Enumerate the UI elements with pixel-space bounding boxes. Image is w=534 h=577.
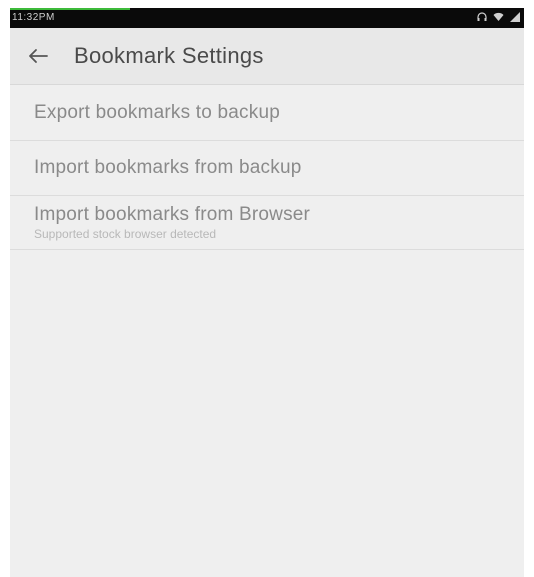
settings-list: Export bookmarks to backup Import bookma… <box>10 85 524 250</box>
wifi-icon <box>493 12 504 26</box>
setting-summary: Supported stock browser detected <box>34 227 217 241</box>
setting-title: Import bookmarks from Browser <box>34 204 311 225</box>
page-title: Bookmark Settings <box>74 43 264 68</box>
import-bookmarks-backup-item[interactable]: Import bookmarks from backup <box>10 141 524 196</box>
export-bookmarks-item[interactable]: Export bookmarks to backup <box>10 85 524 141</box>
back-button[interactable] <box>10 28 66 84</box>
import-bookmarks-browser-item[interactable]: Import bookmarks from Browser Supported … <box>10 196 524 250</box>
signal-icon <box>510 12 520 26</box>
arrow-left-icon <box>27 48 49 64</box>
setting-title: Import bookmarks from backup <box>34 157 302 178</box>
app-screen: 11:32PM Bookmark Settings Export bookmar… <box>10 8 524 577</box>
status-accent-line <box>10 8 130 10</box>
status-icons <box>477 12 520 26</box>
toolbar: Bookmark Settings <box>10 28 524 85</box>
headphones-icon <box>477 12 487 26</box>
status-time: 11:32PM <box>12 12 55 23</box>
setting-title: Export bookmarks to backup <box>34 101 280 123</box>
status-bar: 11:32PM <box>10 8 524 28</box>
